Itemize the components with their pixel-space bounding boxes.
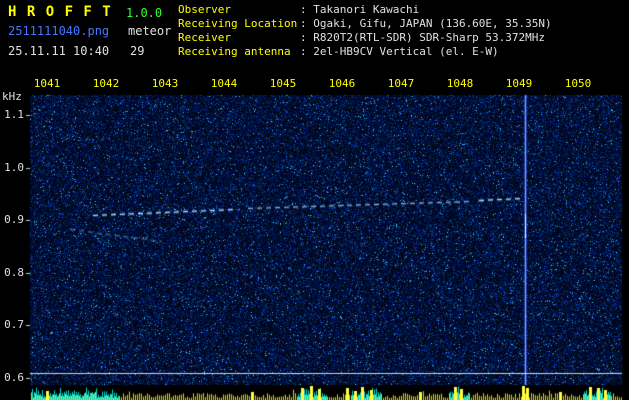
time-tick-label: 1044 xyxy=(210,77,238,90)
info-label: Receiving antenna xyxy=(178,45,291,58)
time-tick-label: 1045 xyxy=(269,77,297,90)
frequency-axis: 1.1 1.0 0.9 0.8 0.7 0.6 xyxy=(0,0,30,400)
info-value: : Takanori Kawachi xyxy=(300,3,420,16)
time-tick-label: 1048 xyxy=(446,77,474,90)
spectrogram-canvas xyxy=(0,0,629,400)
hrofft-window: H R O F F T 1.0.0 2511111040.png meteor … xyxy=(0,0,629,400)
freq-tick-label: 0.6 xyxy=(4,371,24,384)
time-tick-label: 1049 xyxy=(505,77,533,90)
info-value: : 2el-HB9CV Vertical (el. E-W) xyxy=(300,45,499,58)
echo-count: 29 xyxy=(130,44,145,58)
freq-tick-label: 0.9 xyxy=(4,213,24,226)
info-label: Receiver xyxy=(178,31,231,44)
info-label: Receiving Location xyxy=(178,17,298,30)
app-version: 1.0.0 xyxy=(126,6,163,20)
time-tick-label: 1047 xyxy=(387,77,415,90)
station-info-row: Observer : Takanori Kawachi xyxy=(178,3,552,17)
time-axis: 1041 1042 1043 1044 1045 1046 1047 1048 1049 1050 xyxy=(0,77,629,90)
freq-tick-label: 0.7 xyxy=(4,318,24,331)
freq-tick-label: 1.0 xyxy=(4,161,24,174)
station-info-row: Receiving antenna : 2el-HB9CV Vertical (e… xyxy=(178,45,552,59)
station-info-row: Receiving Location: Ogaki, Gifu, JAPAN (… xyxy=(178,17,552,31)
freq-tick-label: 0.8 xyxy=(4,266,24,279)
station-info: Observer : Takanori Kawachi Receiving Loca… xyxy=(178,3,552,59)
freq-tick-label: 1.1 xyxy=(4,108,24,121)
time-tick-label: 1041 xyxy=(33,77,61,90)
time-tick-label: 1042 xyxy=(92,77,120,90)
mode-label: meteor xyxy=(128,24,172,38)
time-tick-label: 1050 xyxy=(564,77,592,90)
station-info-row: Receiver : R820T2(RTL-SDR) SDR-Sharp 53.3… xyxy=(178,31,552,45)
time-tick-label: 1043 xyxy=(151,77,179,90)
time-tick-label: 1046 xyxy=(328,77,356,90)
info-value: : Ogaki, Gifu, JAPAN (136.60E, 35.35N) xyxy=(300,17,552,30)
info-value: : R820T2(RTL-SDR) SDR-Sharp 53.372MHz xyxy=(300,31,546,44)
info-label: Observer xyxy=(178,3,231,16)
